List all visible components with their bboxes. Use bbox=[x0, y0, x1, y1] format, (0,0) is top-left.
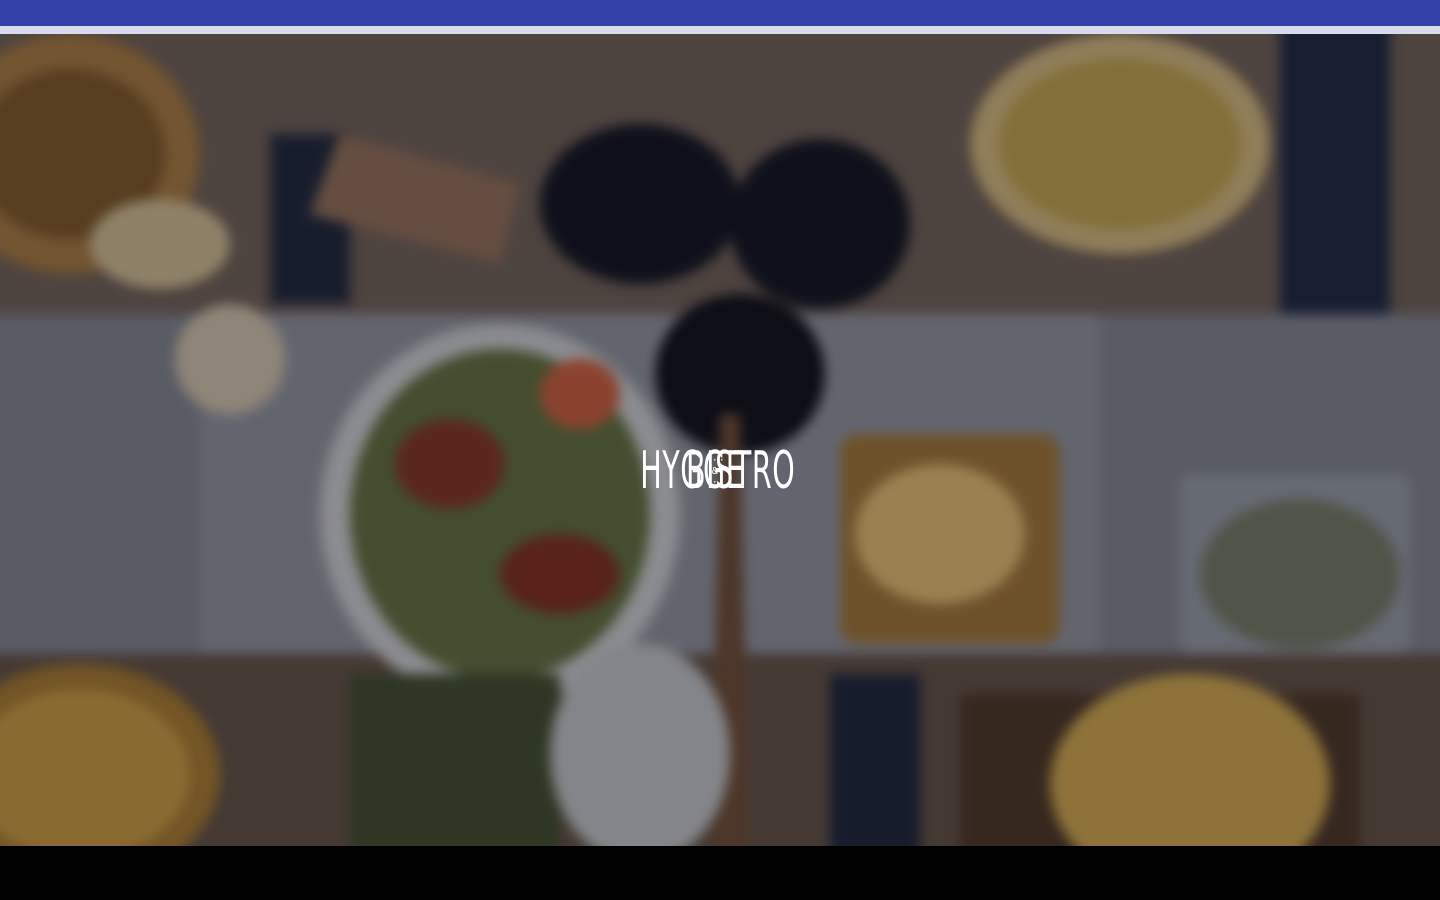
hero-section: HYGGE ··· & ··· BISTRO bbox=[0, 34, 1440, 846]
brand-logo[interactable]: HYGGE ··· & ··· BISTRO bbox=[588, 436, 852, 506]
bottom-black-bar bbox=[0, 846, 1440, 900]
browser-top-bar bbox=[0, 0, 1440, 26]
top-strip bbox=[0, 26, 1440, 34]
brand-word-right: BISTRO bbox=[685, 441, 796, 501]
